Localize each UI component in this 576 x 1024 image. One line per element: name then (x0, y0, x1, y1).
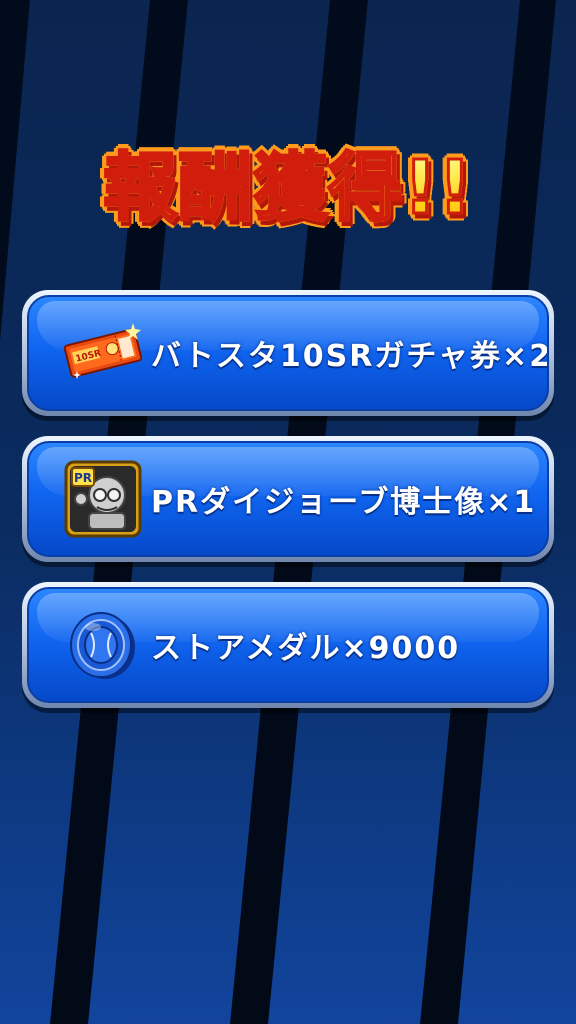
reward-panel: ストアメダル×9000 (27, 587, 549, 703)
reward-label: ストアメダル×9000 (151, 631, 461, 666)
reward-title: 報酬獲得!! (0, 128, 576, 235)
reward-item-gacha-ticket[interactable]: 10SR バトスタ10SRガチャ券×2 (22, 290, 554, 416)
reward-panel: 10SR バトスタ10SRガチャ券×2 (27, 295, 549, 411)
svg-text:PR: PR (74, 471, 92, 485)
pr-doctor-statue-icon: PR (63, 459, 143, 539)
gacha-ticket-icon: 10SR (63, 313, 143, 393)
reward-screen: 報酬獲得!! 10SR バトスタ10SRガチャ券×2 PR PRダイジョーブ博士… (0, 0, 576, 1024)
reward-panel: PR PRダイジョーブ博士像×1 (27, 441, 549, 557)
reward-label: バトスタ10SRガチャ券×2 (151, 339, 549, 374)
store-medal-icon (63, 605, 143, 685)
reward-item-pr-statue[interactable]: PR PRダイジョーブ博士像×1 (22, 436, 554, 562)
reward-item-store-medal[interactable]: ストアメダル×9000 (22, 582, 554, 708)
reward-label: PRダイジョーブ博士像×1 (151, 485, 537, 520)
